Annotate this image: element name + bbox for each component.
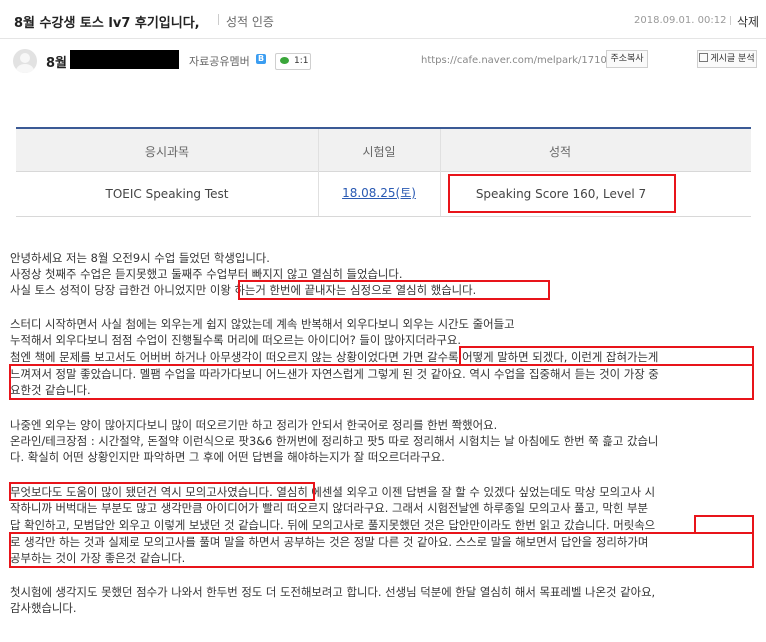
delete-divider xyxy=(730,16,731,25)
body-line: 누적해서 외우다보니 점점 수업이 진행될수록 머리에 떠오르는 아이디어? 들… xyxy=(10,333,461,347)
post-category[interactable]: 성적 인증 xyxy=(226,13,274,30)
body-line: 나중엔 외우는 양이 많아지다보니 많이 떠오르기만 하고 정리가 안되서 한국… xyxy=(10,418,498,432)
highlight-box xyxy=(459,346,754,366)
body-line: 안녕하세요 저는 8월 오전9시 수업 들었던 학생입니다. xyxy=(10,251,270,265)
avatar-icon[interactable] xyxy=(13,49,37,73)
body-line: 첫시험에 생각지도 못했던 점수가 나와서 한두번 정도 더 도전해보려고 합니… xyxy=(10,585,656,599)
title-divider xyxy=(218,14,219,25)
chart-icon xyxy=(699,53,709,62)
delete-button[interactable]: 삭제 xyxy=(737,13,759,30)
highlight-box xyxy=(9,364,754,400)
highlight-box xyxy=(238,280,550,300)
table-bottom-border xyxy=(16,216,751,217)
redacted-author-name xyxy=(70,50,179,69)
post-url[interactable]: https://cafe.naver.com/melpark/17109 xyxy=(421,55,613,66)
table-header-subject: 응시과목 xyxy=(144,145,190,159)
header-divider xyxy=(0,38,766,39)
member-level: 자료공유멤버 xyxy=(189,55,250,68)
author-name[interactable]: 8월 xyxy=(46,52,67,71)
body-line: 온라인/테크장점 : 시간절약, 돈절약 이런식으로 팟3&6 한꺼번에 정리하… xyxy=(10,434,659,448)
post-analysis-button[interactable]: 게시글 분석 xyxy=(697,50,757,68)
level-badge-icon: B xyxy=(256,54,266,64)
score-highlight-box xyxy=(448,174,676,213)
post-analysis-label: 게시글 분석 xyxy=(710,54,755,64)
chat-bubble-icon xyxy=(280,57,289,64)
chat-button[interactable]: 1:1 xyxy=(275,53,311,70)
body-line: 작하니까 버벅대는 부분도 많고 생각만큼 아이디어가 빨리 떠오르지 않더라구… xyxy=(10,501,648,515)
post-date: 2018.09.01. 00:12 xyxy=(634,15,727,26)
highlight-box xyxy=(9,482,315,501)
table-header-score: 성적 xyxy=(548,145,572,159)
post-title: 8월 수강생 토스 lv7 후기입니다, xyxy=(14,16,200,31)
table-cell-subject: TOEIC Speaking Test xyxy=(105,187,229,201)
body-line: 감사했습니다. xyxy=(10,601,77,615)
body-line: 다. 확실히 어떤 상황인지만 파악하면 그 후에 어떤 답변을 해야하는지가 … xyxy=(10,450,445,464)
highlight-box xyxy=(9,532,754,568)
body-line: 스터디 시작하면서 사실 첨에는 외우는게 쉽지 않았는데 계속 반복해서 외우… xyxy=(10,317,515,331)
copy-url-button[interactable]: 주소복사 xyxy=(606,50,648,68)
table-cell-date[interactable]: 18.08.25(토) xyxy=(318,184,440,201)
table-header-divider xyxy=(16,171,751,172)
chat-label: 1:1 xyxy=(294,56,309,66)
table-header-date: 시험일 xyxy=(362,145,396,159)
body-line: 답 확인하고, 모범답안 외우고 이렇게 보냈던 것 같습니다. 뒤에 모의고사… xyxy=(10,518,656,532)
